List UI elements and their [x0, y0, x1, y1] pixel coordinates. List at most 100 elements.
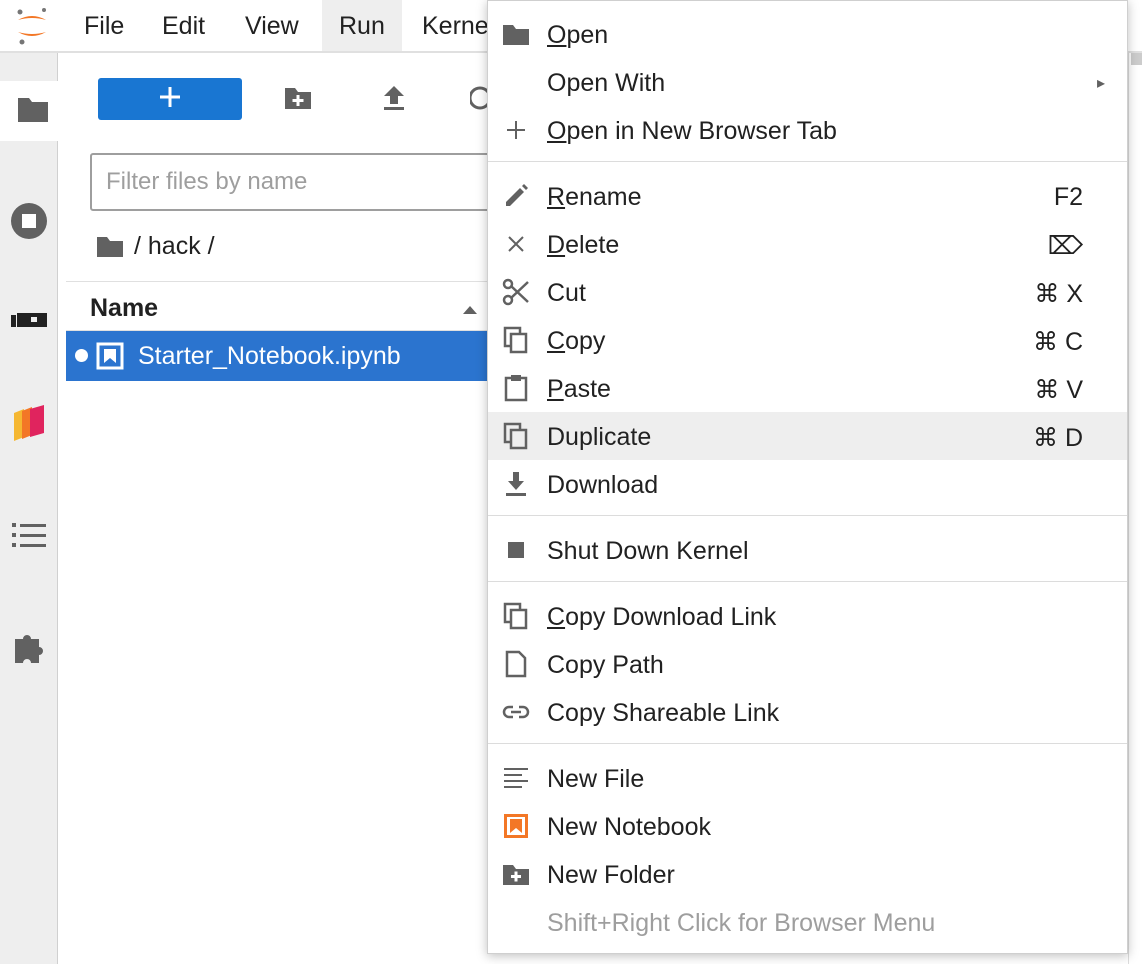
menu-item-new-notebook[interactable]: New Notebook — [488, 802, 1127, 850]
add-icon — [502, 116, 530, 144]
new-folder-button[interactable] — [281, 83, 315, 117]
file-name: Starter_Notebook.ipynb — [138, 342, 401, 370]
file-list-header: Name — [66, 281, 496, 331]
menu-item-delete[interactable]: Delete ⌦ — [488, 220, 1127, 268]
menu-item-new-file[interactable]: New File — [488, 754, 1127, 802]
filter-files-input[interactable] — [90, 153, 510, 211]
menu-run[interactable]: Run — [322, 0, 402, 51]
notebook-icon — [502, 812, 530, 840]
text-file-icon — [502, 764, 530, 792]
menu-label: elete — [565, 231, 620, 259]
shortcut-label: ⌘ C — [1033, 328, 1083, 356]
close-icon — [502, 230, 530, 258]
shortcut-label: ⌦ — [1047, 232, 1083, 260]
menu-file[interactable]: File — [67, 0, 141, 51]
new-folder-icon — [283, 85, 313, 116]
menu-item-paste[interactable]: Paste ⌘ V — [488, 364, 1127, 412]
mnemonic: C — [547, 603, 566, 631]
copy-icon — [502, 326, 530, 354]
copy-icon — [502, 602, 530, 630]
menu-item-rename[interactable]: Rename F2 — [488, 172, 1127, 220]
menu-label: pen in New Browser Tab — [566, 117, 837, 145]
menu-item-cut[interactable]: Cut ⌘ X — [488, 268, 1127, 316]
sort-ascending-icon[interactable] — [462, 302, 478, 320]
menu-label: Cut — [547, 279, 586, 307]
menu-label: opy Download Link — [565, 603, 777, 631]
shortcut-label: F2 — [1053, 183, 1083, 211]
menu-label: Copy Path — [547, 651, 664, 679]
running-tab[interactable] — [0, 193, 58, 253]
folder-icon[interactable] — [96, 234, 124, 258]
menu-item-open-with[interactable]: Open With ▸ — [488, 58, 1127, 106]
shortcut-label: ⌘ V — [1034, 376, 1083, 404]
menu-item-duplicate[interactable]: Duplicate ⌘ D — [488, 412, 1127, 460]
file-row[interactable]: Starter_Notebook.ipynb — [66, 331, 496, 381]
mnemonic: O — [547, 21, 567, 49]
file-icon — [502, 650, 530, 678]
toc-icon — [12, 521, 46, 554]
upload-icon — [382, 84, 406, 117]
new-launcher-button[interactable] — [98, 78, 242, 120]
menu-view[interactable]: View — [228, 0, 316, 51]
shortcut-label: ⌘ X — [1034, 280, 1083, 308]
toc-tab[interactable] — [0, 507, 58, 567]
menu-item-copy-shareable-link[interactable]: Copy Shareable Link — [488, 688, 1127, 736]
menu-item-open-new-tab[interactable]: Open in New Browser Tab — [488, 106, 1127, 154]
file-browser-tab[interactable] — [0, 81, 66, 141]
menu-item-copy[interactable]: Copy ⌘ C — [488, 316, 1127, 364]
extension-tab[interactable] — [0, 619, 58, 679]
menu-label: Copy Shareable Link — [547, 699, 780, 727]
menu-label: ename — [565, 183, 642, 211]
column-name-header[interactable]: Name — [90, 294, 158, 323]
shortcut-label: ⌘ D — [1033, 424, 1083, 452]
mnemonic: C — [547, 327, 566, 355]
menu-item-new-folder[interactable]: New Folder — [488, 850, 1127, 898]
menu-label: Shift+Right Click for Browser Menu — [547, 909, 936, 937]
duplicate-icon — [502, 422, 530, 450]
menu-separator — [488, 161, 1127, 162]
file-browser-panel: / hack / Name Starter_Notebook.ipynb — [66, 53, 510, 964]
menu-edit[interactable]: Edit — [145, 0, 222, 51]
download-icon — [502, 470, 530, 498]
breadcrumb: / hack / — [96, 229, 215, 263]
jupyter-logo[interactable] — [14, 6, 50, 46]
menu-label: New File — [547, 765, 645, 793]
menu-item-copy-path[interactable]: Copy Path — [488, 640, 1127, 688]
menu-label: opy — [565, 327, 606, 355]
menu-separator — [488, 743, 1127, 744]
plus-icon — [159, 86, 181, 113]
editor-area — [1128, 53, 1142, 964]
menu-item-download[interactable]: Download — [488, 460, 1127, 508]
breadcrumb-path[interactable]: / hack / — [134, 232, 215, 261]
menu-label: pen — [566, 21, 609, 49]
upload-button[interactable] — [377, 83, 411, 117]
mnemonic: R — [547, 183, 566, 211]
menu-label: Open With — [547, 69, 666, 97]
activity-bar — [0, 53, 66, 964]
paste-icon — [502, 374, 530, 402]
folder-icon — [502, 20, 530, 48]
menu-label: Duplicate — [547, 423, 652, 451]
menu-item-open[interactable]: Open — [488, 10, 1127, 58]
mnemonic: P — [547, 375, 564, 403]
menu-item-copy-download-link[interactable]: Copy Download Link — [488, 592, 1127, 640]
stop-icon — [502, 536, 530, 564]
context-menu: Open Open With ▸ Open in New Browser Tab… — [487, 0, 1128, 954]
editor-scrollbar — [1131, 53, 1142, 65]
notebook-icon — [96, 342, 124, 375]
menu-separator — [488, 581, 1127, 582]
gpu-icon — [9, 311, 49, 336]
menu-item-browser-menu-hint: Shift+Right Click for Browser Menu — [488, 898, 1127, 946]
link-icon — [502, 698, 530, 726]
menu-label: Download — [547, 471, 659, 499]
property-inspector-tab[interactable] — [0, 395, 58, 455]
mnemonic: D — [547, 231, 566, 259]
menu-item-shutdown-kernel[interactable]: Shut Down Kernel — [488, 526, 1127, 574]
edit-icon — [502, 182, 530, 210]
running-icon — [10, 202, 48, 245]
menu-separator — [488, 515, 1127, 516]
gpu-tab[interactable] — [0, 293, 58, 353]
menu-label: aste — [563, 375, 611, 403]
extension-icon — [11, 629, 47, 670]
menu-label: New Notebook — [547, 813, 711, 841]
